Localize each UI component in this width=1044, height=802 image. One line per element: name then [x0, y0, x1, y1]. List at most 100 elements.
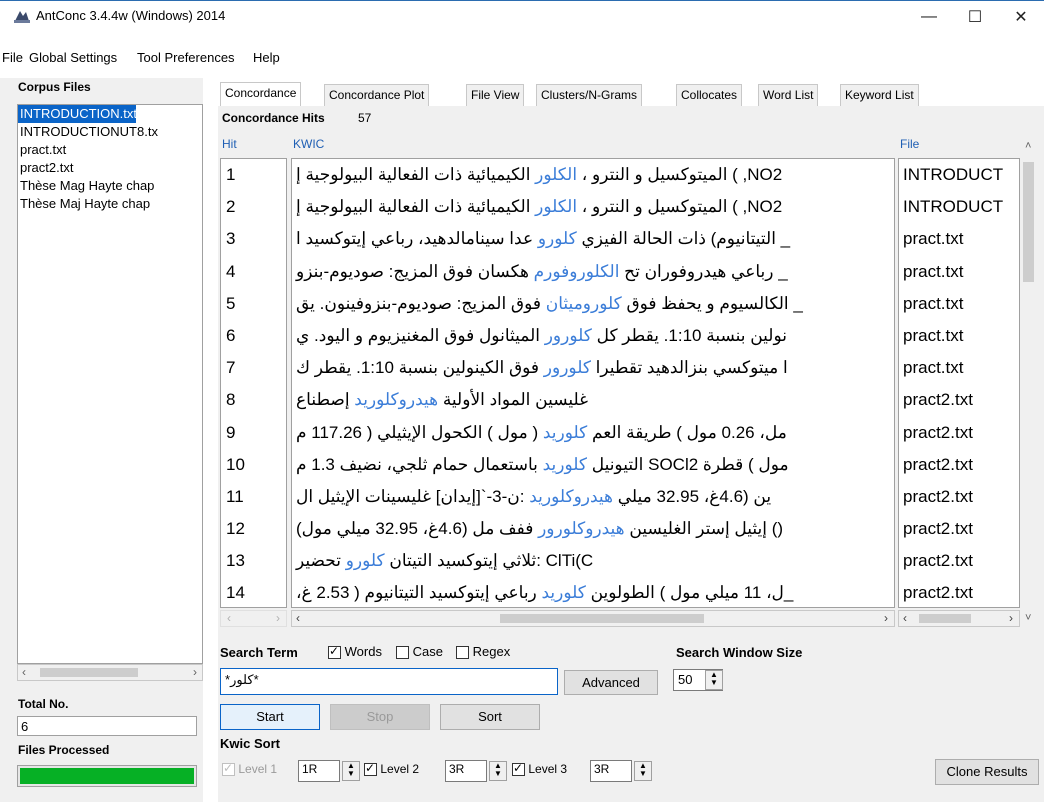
kwic-line[interactable]: () إيثيل إستر الغليسين هيدروكلورور ففف م…: [292, 513, 894, 545]
kwic-column-header[interactable]: KWIC: [293, 137, 324, 151]
kwic-line[interactable]: مل، 0.26 مول ) طريقة العم كلوريد ( مول )…: [292, 417, 894, 449]
start-button[interactable]: Start: [220, 704, 320, 730]
scroll-thumb[interactable]: [40, 668, 138, 677]
file-column[interactable]: INTRODUCT INTRODUCT pract.txt pract.txt …: [898, 158, 1020, 608]
kwic-line[interactable]: مول ) قطرة SOCl2 التيونيل كلوريد باستعما…: [292, 449, 894, 481]
file-column-header[interactable]: File: [900, 137, 919, 151]
level1-select[interactable]: 1R: [298, 760, 340, 782]
file-name[interactable]: pract2.txt: [899, 384, 1019, 416]
kwic-line[interactable]: ClTi(C :ثلاثي إيتوكسيد التيتان كلورو تحض…: [292, 545, 894, 577]
level3-select[interactable]: 3R: [590, 760, 632, 782]
file-name[interactable]: pract.txt: [899, 256, 1019, 288]
kwic-line[interactable]: ا ميتوكسي بنزالدهيد تقطيرا كلورور فوق ال…: [292, 352, 894, 384]
level2-select[interactable]: 3R: [445, 760, 487, 782]
regex-option[interactable]: Regex: [456, 644, 510, 660]
regex-checkbox[interactable]: [456, 646, 469, 660]
level2-checkbox[interactable]: [364, 761, 377, 777]
level2-option[interactable]: Level 2: [364, 761, 419, 777]
kwic-line[interactable]: ين (4.6غ، 32.95 ميلي هيدروكلوريد :ن-3-`[…: [292, 481, 894, 513]
kwic-column[interactable]: NO2, ) الميتوكسيل و النترو ، الكلور الكي…: [291, 158, 895, 608]
file-name[interactable]: pract2.txt: [899, 481, 1019, 513]
kwic-keyword[interactable]: الكلور: [535, 197, 577, 216]
kwic-keyword[interactable]: هيدروكلورور: [538, 519, 625, 538]
file-name[interactable]: pract.txt: [899, 352, 1019, 384]
file-name[interactable]: INTRODUCT: [899, 159, 1019, 191]
scroll-right-icon[interactable]: ›: [1009, 611, 1013, 625]
tab-collocates[interactable]: Collocates: [676, 84, 743, 106]
menu-file[interactable]: File: [2, 50, 23, 65]
minimize-button[interactable]: —: [906, 1, 952, 33]
level3-option[interactable]: Level 3: [512, 761, 567, 777]
menu-tool-preferences[interactable]: Tool Preferences: [137, 50, 235, 65]
scroll-up-icon[interactable]: ˄: [1025, 140, 1031, 152]
kwic-line[interactable]: NO2, ) الميتوكسيل و النترو ، الكلور الكي…: [292, 191, 894, 223]
level1-checkbox[interactable]: [222, 761, 235, 777]
level1-option[interactable]: Level 1: [222, 761, 277, 777]
stop-button[interactable]: Stop: [330, 704, 430, 730]
kwic-line[interactable]: _ رباعي هيدروفوران تح الكلوروفورم هكسان …: [292, 256, 894, 288]
sort-button[interactable]: Sort: [440, 704, 540, 730]
kwic-keyword[interactable]: كلوروميثان: [546, 294, 622, 313]
kwic-keyword[interactable]: هيدروكلوريد: [529, 487, 613, 506]
words-option[interactable]: Words: [328, 644, 382, 660]
words-checkbox[interactable]: [328, 644, 341, 660]
kwic-line[interactable]: NO2, ) الميتوكسيل و النترو ، الكلور الكي…: [292, 159, 894, 191]
corpus-file-item[interactable]: pract.txt: [18, 141, 202, 159]
corpus-file-item[interactable]: pract2.txt: [18, 159, 202, 177]
level3-spinner[interactable]: ▲ ▼: [634, 761, 652, 781]
file-name[interactable]: pract.txt: [899, 320, 1019, 352]
kwic-hscrollbar[interactable]: ‹ ›: [291, 610, 895, 627]
tab-clusters-ngrams[interactable]: Clusters/N-Grams: [536, 84, 643, 106]
kwic-keyword[interactable]: كلورور: [545, 326, 592, 345]
file-name[interactable]: pract2.txt: [899, 417, 1019, 449]
kwic-keyword[interactable]: كلوريد: [543, 455, 587, 474]
file-name[interactable]: pract.txt: [899, 223, 1019, 255]
maximize-button[interactable]: ☐: [952, 1, 998, 33]
scroll-left-icon[interactable]: ‹: [227, 611, 231, 625]
tab-keyword-list[interactable]: Keyword List: [840, 84, 919, 106]
kwic-keyword[interactable]: كلوريد: [543, 423, 587, 442]
kwic-keyword[interactable]: كلورو: [346, 551, 385, 570]
scroll-right-icon[interactable]: ›: [276, 611, 280, 625]
corpus-file-item[interactable]: Thèse Maj Hayte chap: [18, 195, 202, 213]
case-option[interactable]: Case: [396, 644, 443, 660]
scroll-thumb[interactable]: [500, 614, 704, 623]
kwic-line[interactable]: _ل، 11 ميلي مول ) الطولوين كلوريد رباعي …: [292, 577, 894, 607]
level3-checkbox[interactable]: [512, 761, 525, 777]
hit-column-header[interactable]: Hit: [222, 137, 237, 151]
corpus-file-item[interactable]: Thèse Mag Hayte chap: [18, 177, 202, 195]
vscroll-thumb[interactable]: [1023, 162, 1034, 282]
kwic-keyword[interactable]: كلوريد: [541, 583, 585, 602]
kwic-line[interactable]: نولين بنسبة 1:10. يقطر كل كلورور الميثان…: [292, 320, 894, 352]
scroll-right-icon[interactable]: ›: [193, 665, 197, 679]
tab-concordance-plot[interactable]: Concordance Plot: [324, 84, 430, 106]
level2-spinner[interactable]: ▲ ▼: [489, 761, 507, 781]
file-hscrollbar[interactable]: ‹ ›: [898, 610, 1020, 627]
kwic-keyword[interactable]: الكلوروفورم: [534, 262, 620, 281]
kwic-keyword[interactable]: كلورور: [544, 358, 591, 377]
clone-results-button[interactable]: Clone Results: [935, 759, 1039, 785]
kwic-keyword[interactable]: هيدروكلوريد: [354, 390, 438, 409]
scroll-thumb[interactable]: [919, 614, 971, 623]
kwic-keyword[interactable]: الكلور: [535, 165, 577, 184]
corpus-file-item[interactable]: INTRODUCTION.txt: [18, 105, 136, 123]
file-name[interactable]: pract2.txt: [899, 577, 1019, 607]
tab-concordance[interactable]: Concordance: [220, 82, 302, 106]
scroll-left-icon[interactable]: ‹: [903, 611, 907, 625]
tab-word-list[interactable]: Word List: [758, 84, 819, 106]
menu-help[interactable]: Help: [253, 50, 280, 65]
kwic-keyword[interactable]: كلورو: [538, 229, 577, 248]
advanced-button[interactable]: Advanced: [564, 670, 658, 695]
file-name[interactable]: pract2.txt: [899, 513, 1019, 545]
file-name[interactable]: pract.txt: [899, 288, 1019, 320]
level1-spinner[interactable]: ▲ ▼: [342, 761, 360, 781]
kwic-line[interactable]: _ التيتانيوم) ذات الحالة الفيزي كلورو عد…: [292, 223, 894, 255]
window-size-spinner[interactable]: ▲ ▼: [705, 670, 723, 690]
file-name[interactable]: pract2.txt: [899, 545, 1019, 577]
case-checkbox[interactable]: [396, 646, 409, 660]
scroll-left-icon[interactable]: ‹: [296, 611, 300, 625]
file-name[interactable]: pract2.txt: [899, 449, 1019, 481]
corpus-file-item[interactable]: INTRODUCTIONUT8.tx: [18, 123, 202, 141]
tab-file-view[interactable]: File View: [466, 84, 525, 106]
results-vscrollbar[interactable]: ˄ ˅: [1020, 140, 1038, 624]
